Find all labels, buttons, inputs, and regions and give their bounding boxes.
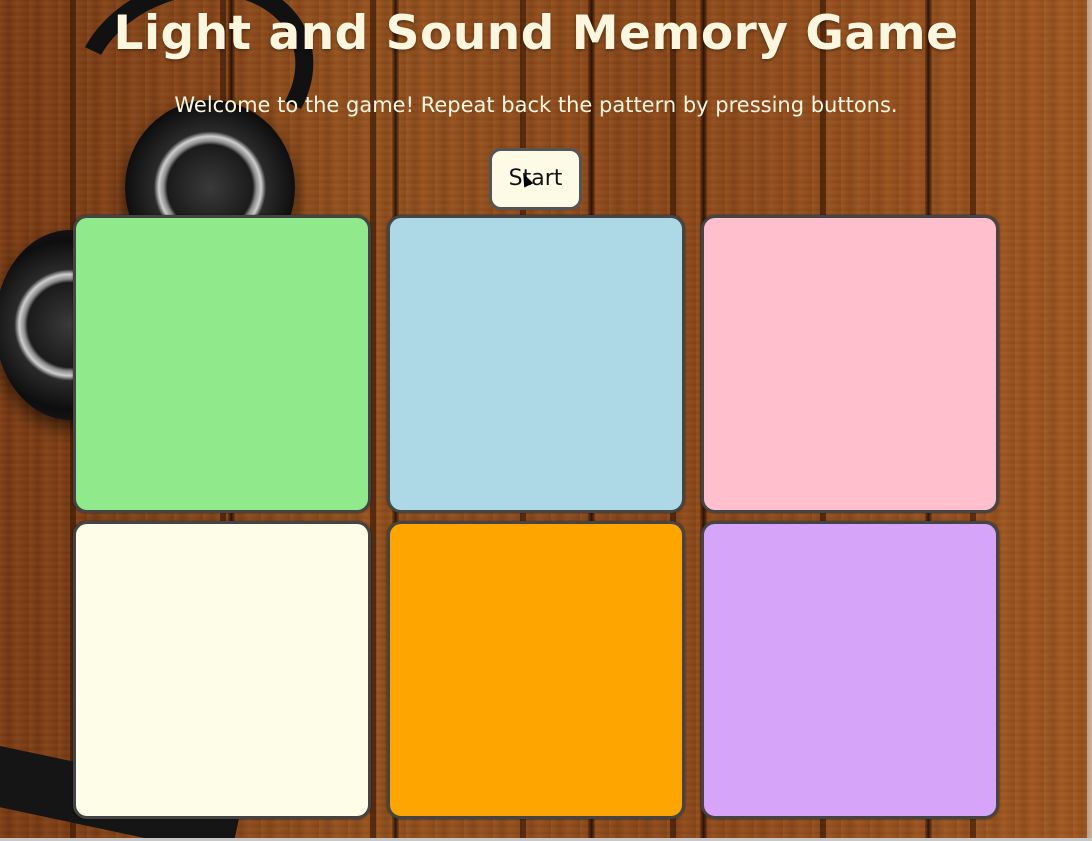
game-button-4[interactable] — [73, 521, 371, 819]
game-button-3[interactable] — [701, 215, 999, 513]
window-edge — [1087, 0, 1092, 841]
start-button[interactable]: Start — [489, 148, 582, 210]
game-button-1[interactable] — [73, 215, 371, 513]
page-title: Light and Sound Memory Game — [113, 6, 959, 61]
game-button-5[interactable] — [387, 521, 685, 819]
instructions-text: Welcome to the game! Repeat back the pat… — [174, 93, 898, 117]
game-button-6[interactable] — [701, 521, 999, 819]
game-button-2[interactable] — [387, 215, 685, 513]
